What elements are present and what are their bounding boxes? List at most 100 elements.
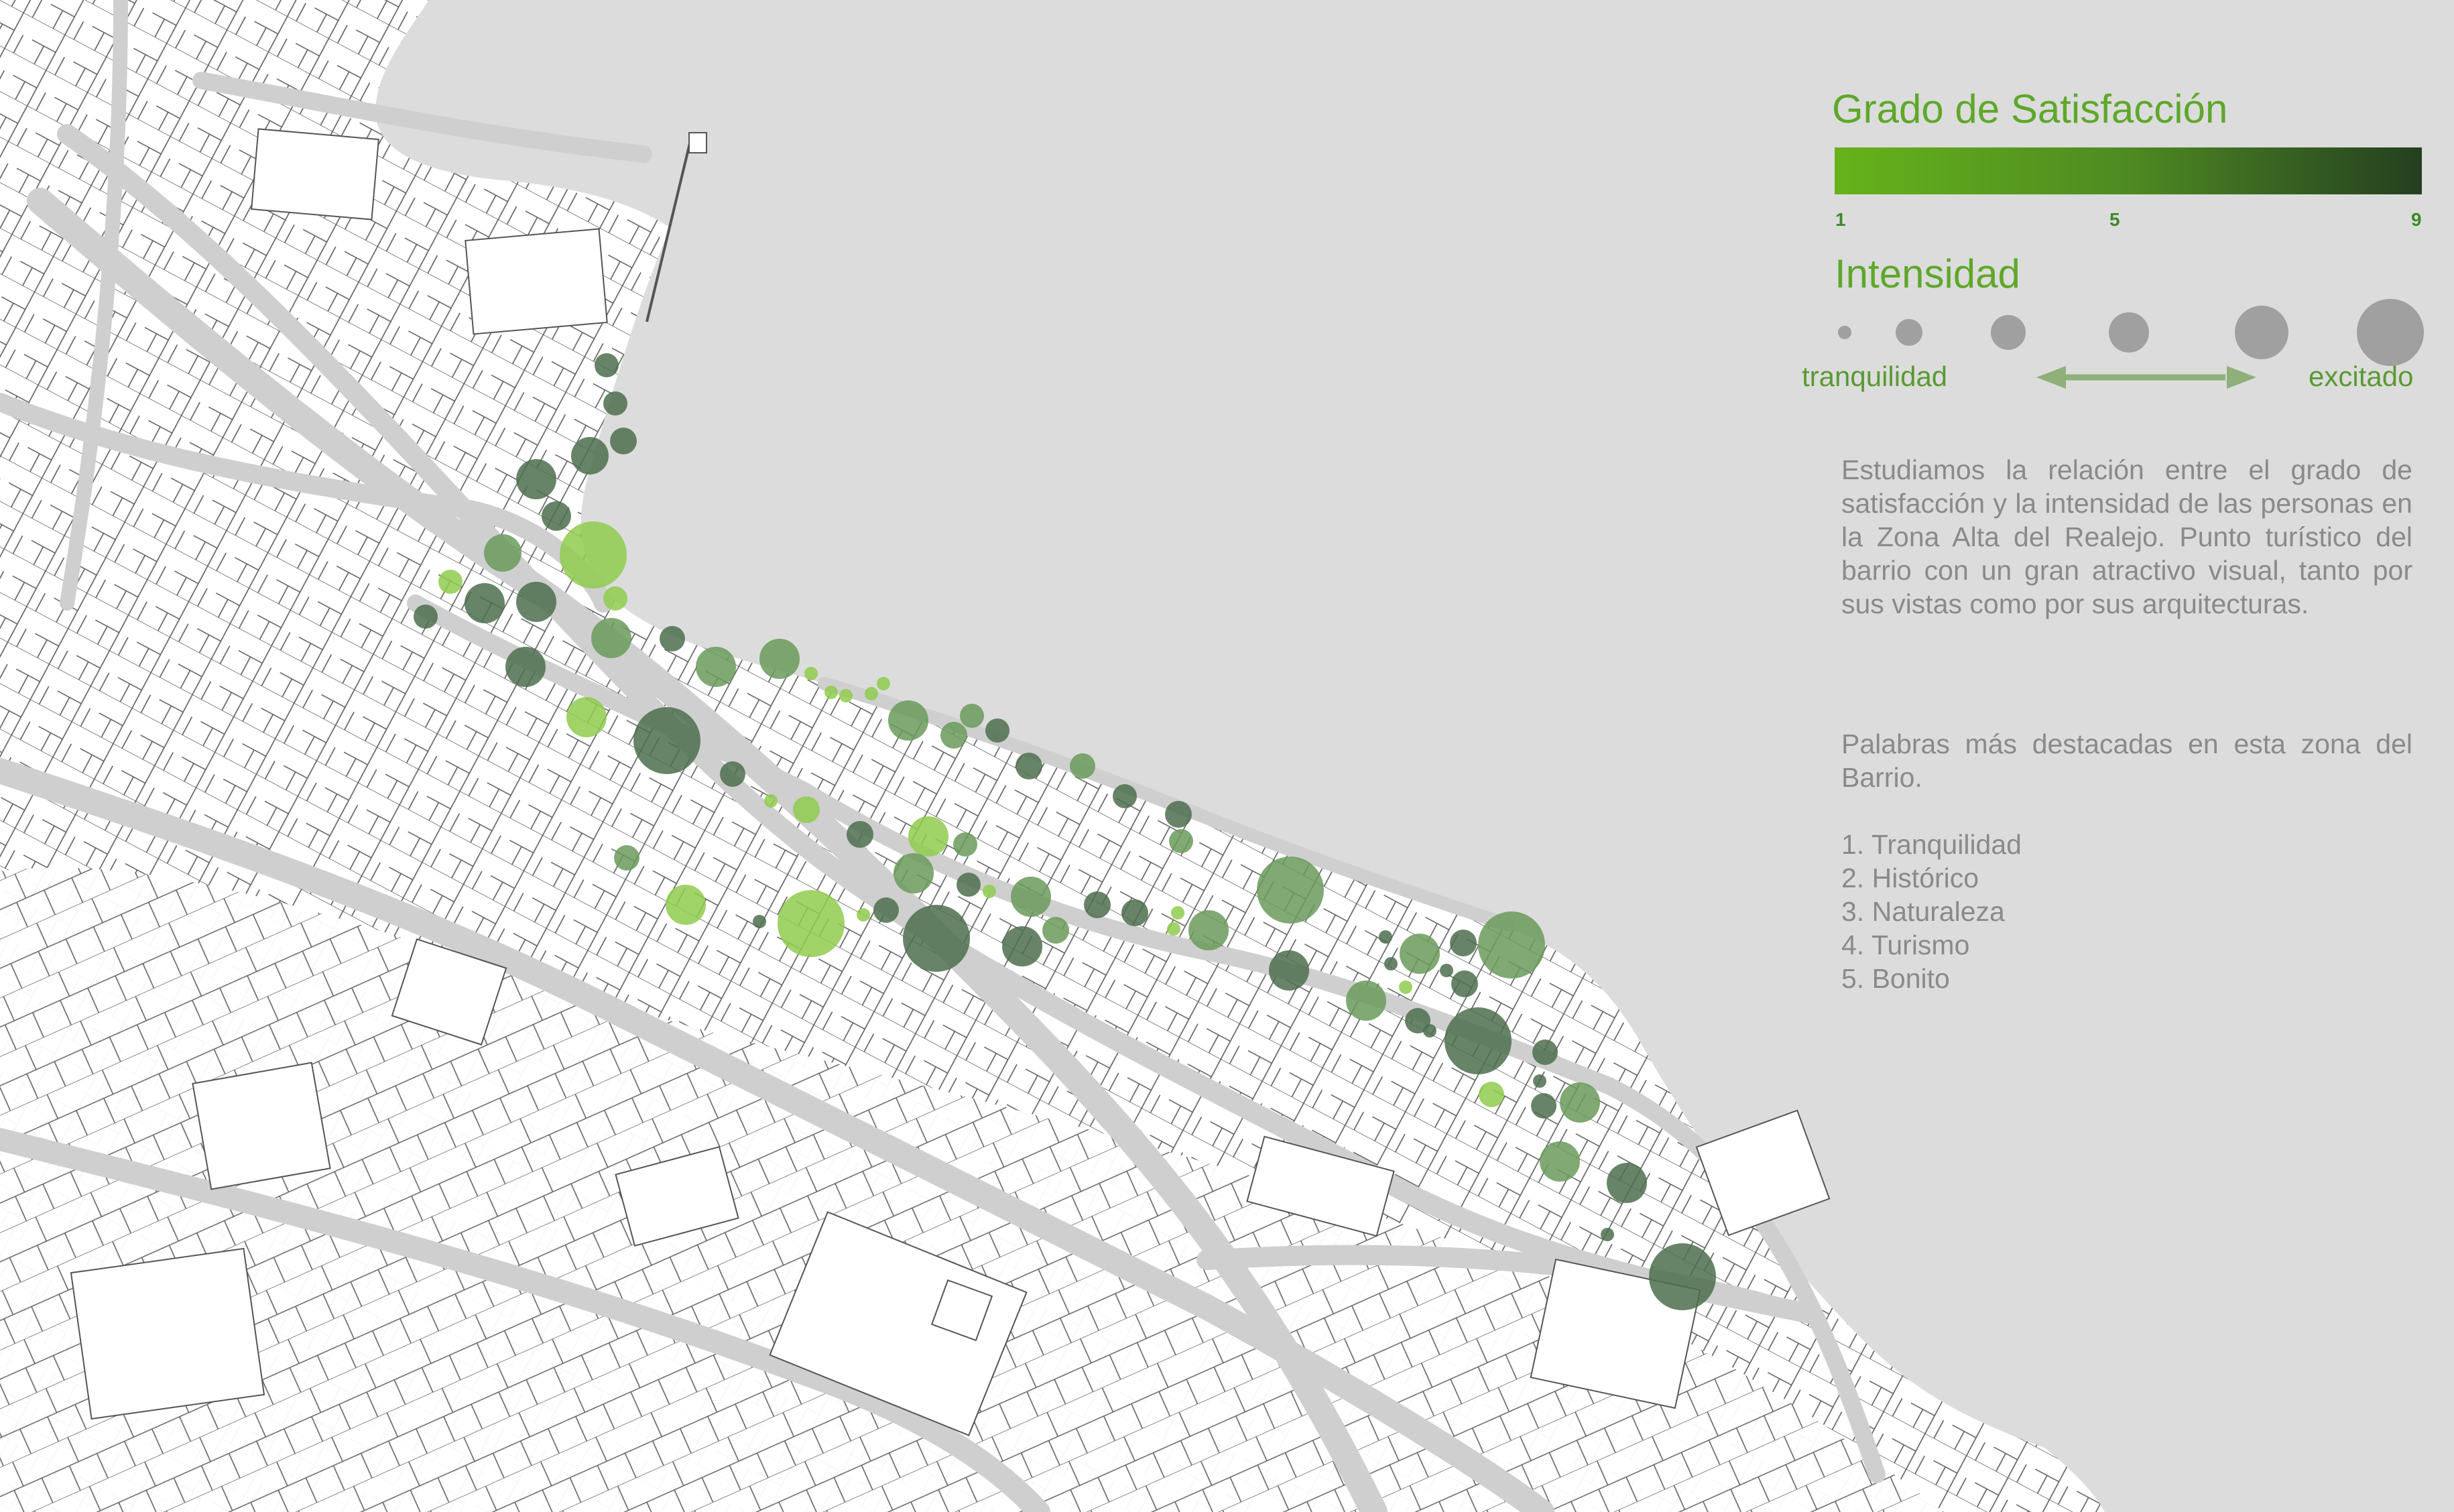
data-bubble — [1532, 1040, 1558, 1065]
data-bubble — [1450, 930, 1477, 956]
data-bubble — [1649, 1243, 1716, 1310]
data-bubble — [1016, 753, 1042, 779]
data-bubble — [1171, 906, 1184, 920]
data-bubble — [516, 582, 556, 622]
intensity-title: Intensidad — [1835, 251, 2020, 296]
keyword-item: 2. Histórico — [1841, 863, 1979, 893]
data-bubble — [824, 686, 838, 699]
pier-end — [688, 132, 707, 153]
data-bubble — [1188, 910, 1229, 950]
data-bubble — [847, 821, 873, 848]
data-bubble — [1533, 1074, 1546, 1088]
intensity-arrow-icon — [2036, 366, 2256, 389]
data-bubble — [940, 722, 967, 749]
data-bubble — [1379, 930, 1392, 944]
data-bubble — [696, 647, 736, 687]
data-bubble — [571, 437, 609, 475]
keywords-intro: Palabras más destacadas en esta zona del… — [1841, 729, 2412, 793]
satisfaction-mid-tick: 5 — [2109, 209, 2120, 230]
intensity-circle-4 — [2109, 312, 2149, 353]
data-bubble — [985, 718, 1009, 743]
data-bubble — [484, 534, 522, 572]
intensity-circle-2 — [1896, 319, 1922, 346]
data-bubble — [804, 667, 818, 680]
data-bubble — [764, 794, 778, 808]
data-bubble — [603, 391, 627, 416]
data-bubble — [414, 605, 438, 629]
data-bubble — [957, 873, 981, 897]
data-bubble — [1384, 957, 1398, 970]
intensity-high-label: excitado — [2309, 361, 2414, 392]
data-bubble — [1440, 964, 1453, 977]
data-bubble — [1121, 899, 1148, 926]
data-bubble — [1400, 934, 1440, 974]
data-bubble — [591, 618, 631, 658]
data-bubble — [505, 647, 546, 687]
data-bubble — [1531, 1093, 1556, 1119]
data-bubble — [1399, 981, 1412, 994]
data-bubble — [1560, 1082, 1600, 1123]
data-bubble — [1540, 1141, 1580, 1182]
data-bubble — [953, 832, 977, 857]
data-bubble — [1479, 1082, 1504, 1107]
intensity-low-label: tranquilidad — [1802, 361, 1948, 392]
data-bubble — [1113, 784, 1137, 808]
data-bubble — [516, 459, 556, 499]
data-bubble — [857, 908, 870, 922]
data-bubble — [1607, 1163, 1647, 1203]
data-bubble — [1601, 1228, 1614, 1241]
data-bubble — [1451, 970, 1478, 997]
data-bubble — [1169, 829, 1193, 853]
data-bubble — [839, 689, 853, 702]
data-bubble — [465, 583, 505, 623]
data-bubble — [1084, 891, 1111, 918]
data-bubble — [720, 761, 745, 787]
intensity-circle-5 — [2235, 306, 2288, 359]
data-bubble — [894, 853, 934, 893]
data-bubble — [778, 890, 845, 957]
data-bubble — [888, 700, 928, 741]
data-bubble — [1070, 753, 1095, 779]
data-bubble — [660, 626, 685, 651]
data-bubble — [1257, 857, 1324, 924]
data-bubble — [610, 428, 637, 454]
keyword-item: 3. Naturaleza — [1841, 896, 2005, 927]
description-paragraph: Estudiamos la relación entre el grado de… — [1841, 454, 2412, 619]
data-bubble — [1167, 922, 1180, 936]
satisfaction-max-tick: 9 — [2411, 209, 2422, 230]
data-bubble — [983, 885, 996, 898]
data-bubble — [1165, 801, 1192, 828]
data-bubble — [753, 915, 766, 928]
data-bubble — [865, 687, 878, 700]
data-bubble — [1269, 950, 1309, 991]
data-bubble — [1011, 877, 1051, 917]
satisfaction-title: Grado de Satisfacción — [1832, 86, 2228, 131]
data-bubble — [438, 570, 463, 594]
data-bubble — [1445, 1007, 1512, 1074]
intensity-circle-1 — [1838, 326, 1851, 339]
data-bubble — [1423, 1024, 1436, 1037]
data-bubble — [560, 521, 627, 588]
satisfaction-min-tick: 1 — [1835, 209, 1846, 230]
keyword-item: 4. Turismo — [1841, 930, 1970, 960]
data-bubble — [908, 816, 948, 857]
data-bubble — [877, 677, 890, 690]
keywords-list: 1. Tranquilidad 2. Histórico 3. Naturale… — [1841, 828, 2022, 995]
data-bubble — [603, 586, 627, 611]
intensity-circle-6 — [2357, 299, 2424, 366]
data-bubble — [1002, 926, 1042, 966]
data-bubble — [1478, 911, 1545, 979]
data-bubble — [793, 796, 820, 823]
keyword-item: 5. Bonito — [1841, 963, 1950, 994]
data-bubble — [666, 885, 706, 925]
data-bubble — [960, 704, 984, 728]
data-bubble — [903, 905, 970, 972]
data-bubble — [566, 697, 607, 737]
data-bubble — [1042, 917, 1069, 944]
map-page: Grado de Satisfacción 1 5 9 Intensidad t… — [0, 0, 2454, 1512]
data-bubble — [633, 707, 700, 774]
data-bubble — [759, 639, 800, 679]
data-bubble — [595, 353, 619, 377]
data-bubble — [542, 501, 571, 531]
intensity-scale — [1838, 299, 2424, 366]
